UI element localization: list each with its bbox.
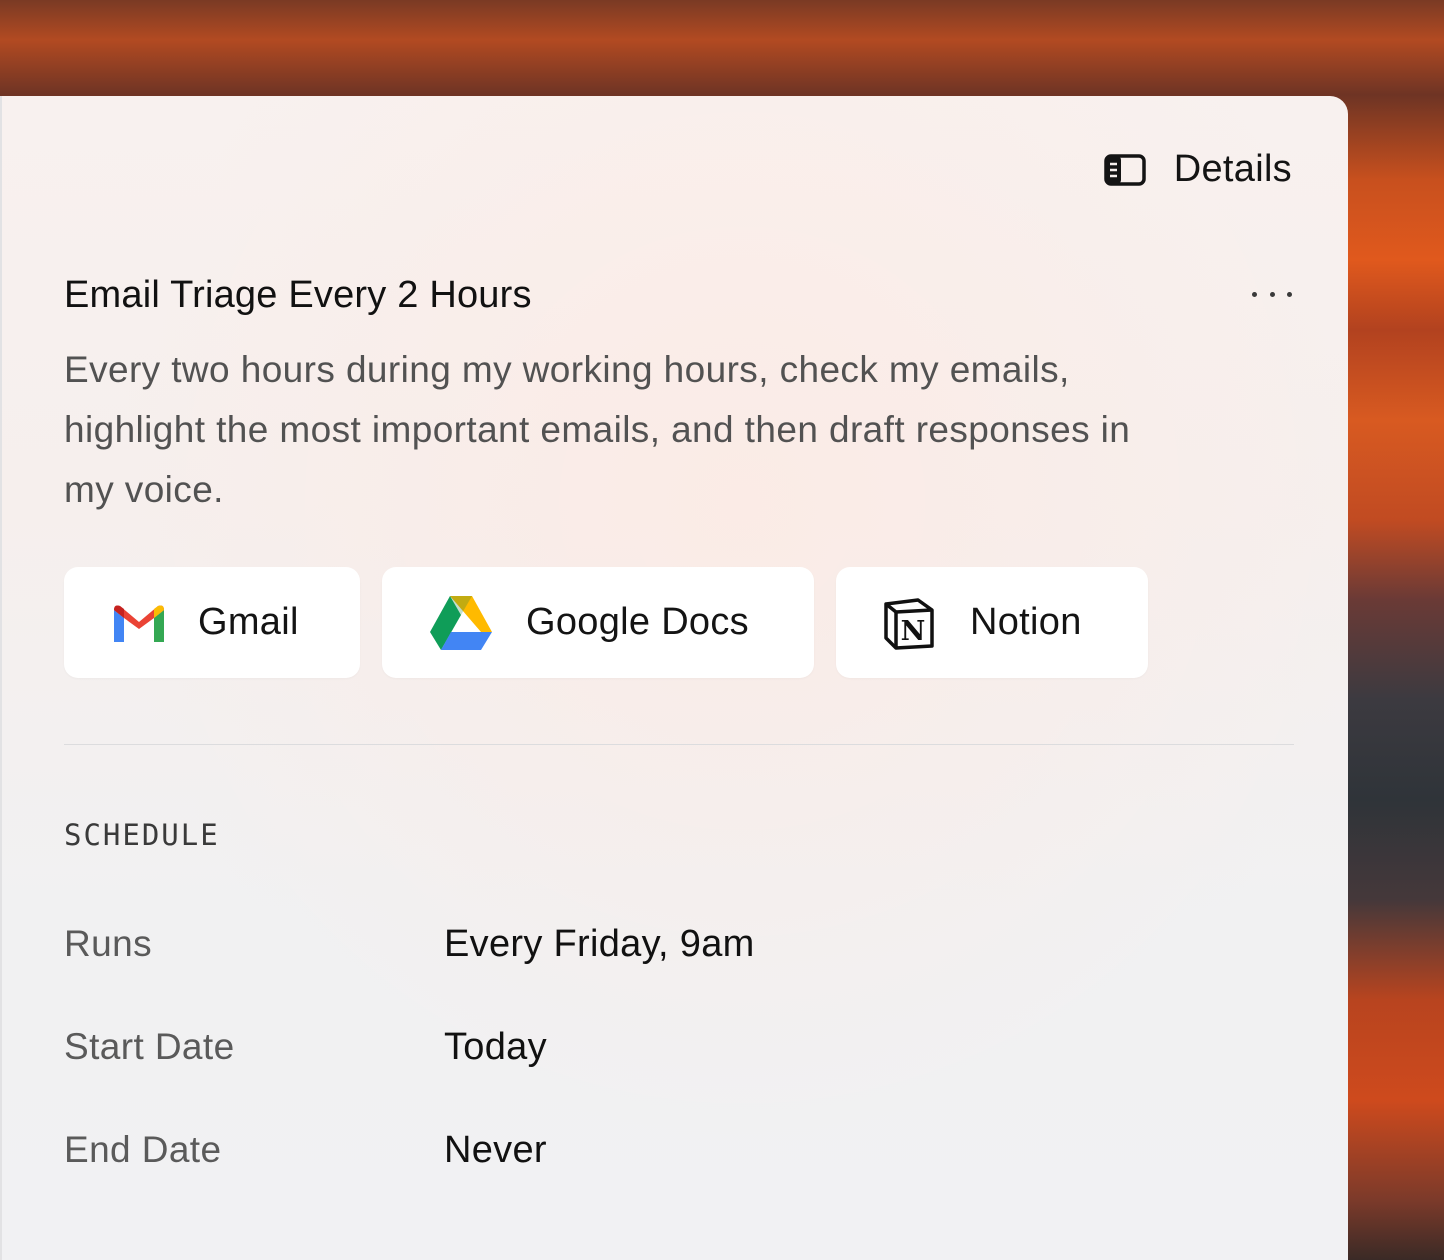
section-divider	[64, 744, 1294, 745]
more-options-button[interactable]	[1252, 282, 1292, 306]
svg-text:N: N	[901, 616, 926, 647]
schedule-row-runs: Runs Every Friday, 9am	[64, 914, 1294, 974]
notion-icon: N	[882, 596, 936, 650]
schedule-row-start-date: Start Date Today	[64, 1017, 1294, 1077]
gmail-icon	[110, 602, 168, 644]
integration-label-gmail: Gmail	[198, 601, 299, 643]
integrations-list: Gmail Google Docs N Notion	[64, 567, 1148, 678]
integration-label-notion: Notion	[970, 601, 1082, 643]
integration-label-google-docs: Google Docs	[526, 601, 749, 643]
task-description: Every two hours during my working hours,…	[64, 349, 1131, 510]
more-horizontal-icon	[1252, 291, 1257, 297]
integration-chip-google-docs[interactable]: Google Docs	[382, 567, 814, 678]
schedule-heading: SCHEDULE	[64, 818, 220, 852]
schedule-label-runs: Runs	[64, 923, 152, 964]
schedule-label-end-date: End Date	[64, 1129, 222, 1170]
schedule-row-end-date: End Date Never	[64, 1120, 1294, 1180]
sidebar-panel-icon	[1103, 153, 1146, 186]
integration-chip-gmail[interactable]: Gmail	[64, 567, 360, 678]
schedule-value-start-date[interactable]: Today	[444, 1026, 547, 1069]
details-label: Details	[1173, 148, 1292, 190]
schedule-value-end-date[interactable]: Never	[444, 1129, 547, 1172]
schedule-label-start-date: Start Date	[64, 1026, 235, 1067]
schedule-value-runs[interactable]: Every Friday, 9am	[444, 923, 755, 966]
task-title: Email Triage Every 2 Hours	[64, 274, 532, 316]
task-details-panel: Details Email Triage Every 2 Hours Every…	[0, 96, 1348, 1260]
integration-chip-notion[interactable]: N Notion	[836, 567, 1148, 678]
details-toggle-button[interactable]: Details	[1103, 148, 1292, 191]
google-drive-icon	[428, 594, 494, 652]
